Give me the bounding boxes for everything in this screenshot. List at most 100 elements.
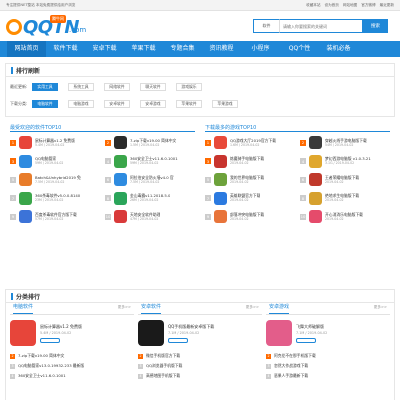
filter-chip[interactable]: 安卓游戏: [140, 99, 166, 108]
app-icon[interactable]: [114, 136, 127, 149]
download-button[interactable]: [168, 338, 188, 343]
nav-apple[interactable]: 苹果下载: [124, 41, 163, 57]
rank-item[interactable]: 1 鼠标计算器v1.2 免费版 5.4M / 2019-04-02: [10, 136, 100, 149]
rank-item-name[interactable]: 阿拉伯安全防火墙v4.0 官: [130, 175, 174, 180]
rank-item-name[interactable]: Batch&Unhybrid2019 免: [35, 175, 81, 180]
top-link-updates[interactable]: 最近更新: [380, 3, 394, 8]
rank-item-name[interactable]: 7-zip下载v19.00 简体中文: [130, 138, 176, 143]
rank-item-name[interactable]: 鼠标计算器v1.2 免费版: [35, 138, 75, 143]
app-icon[interactable]: [214, 191, 227, 205]
category-column-title[interactable]: 电脑软件: [13, 301, 34, 314]
app-icon[interactable]: [114, 154, 127, 168]
filter-chip[interactable]: 苹果软件: [176, 99, 202, 108]
nav-home[interactable]: 网站首页: [7, 41, 46, 57]
app-icon[interactable]: [214, 173, 227, 186]
app-icon[interactable]: [309, 191, 322, 205]
app-icon[interactable]: [309, 210, 322, 223]
rank-item-name[interactable]: 我的世界电脑版下载: [230, 175, 264, 180]
list-item[interactable]: 2 微信手机版官方下载: [138, 351, 262, 361]
nav-news[interactable]: 资讯教程: [202, 41, 241, 57]
list-item[interactable]: 2 阿克伦不在那手机版下载: [266, 351, 390, 361]
list-item-name[interactable]: 7-zip下载v19.00 简体中文: [18, 353, 64, 359]
download-button[interactable]: [296, 338, 316, 343]
rank-item[interactable]: 4 360安全卫士v11.6.0.1001 59M / 2019-04-02: [105, 154, 195, 168]
list-item[interactable]: 3 忽然大作战游戏下载: [266, 361, 390, 371]
rank-item[interactable]: 7 360杀毒软件v5.0.0.8140 23M / 2019-04-02: [10, 191, 100, 205]
list-item-name[interactable]: 忽然大作战游戏下载: [274, 363, 308, 369]
list-item-name[interactable]: QQ浏览器手机版下载: [146, 363, 182, 369]
nav-essentials[interactable]: 装机必备: [319, 41, 358, 57]
rank-item[interactable]: 6 阿拉伯安全防火墙v4.0 官 7.5M / 2019-04-02: [105, 173, 195, 186]
filter-chip[interactable]: 网络软件: [104, 82, 130, 91]
app-icon[interactable]: [309, 136, 322, 149]
filter-chip[interactable]: 安卓软件: [104, 99, 130, 108]
featured-app-icon[interactable]: [10, 320, 36, 346]
rank-item[interactable]: 8 绝地求生电脑版下载 2019-04-02: [300, 191, 390, 205]
rank-item[interactable]: 6 王者荣耀电脑版下载 2019-04-02: [300, 173, 390, 186]
list-item-name[interactable]: 高德地图手机版下载: [146, 373, 180, 379]
list-item[interactable]: 4 360安全卫士v11.6.0.1001: [10, 371, 134, 381]
app-icon[interactable]: [214, 154, 227, 168]
featured-app-name[interactable]: QQ手机版最新安卓版下载: [168, 323, 214, 330]
list-item-name[interactable]: 恶果人手游最新下载: [274, 373, 308, 379]
filter-chip[interactable]: 电脑软件: [32, 99, 58, 108]
filter-chip[interactable]: 系统工具: [68, 82, 94, 91]
list-item[interactable]: 4 恶果人手游最新下载: [266, 371, 390, 381]
top-link-sitemap[interactable]: 网站地图: [343, 3, 357, 8]
featured-app-icon[interactable]: [138, 320, 164, 346]
rank-item[interactable]: 5 我的世界电脑版下载 2019-04-02: [205, 173, 295, 186]
nav-qq[interactable]: QQ个性: [280, 41, 319, 57]
app-icon[interactable]: [19, 173, 32, 186]
rank-item[interactable]: 10 开心消消乐电脑版下载 2019-04-02: [300, 210, 390, 223]
app-icon[interactable]: [19, 210, 32, 223]
search-button[interactable]: 搜索: [363, 19, 388, 33]
rank-item-name[interactable]: 天地安全软件助理: [130, 212, 160, 217]
rank-item-name[interactable]: 穿越火线手游电脑版下载: [325, 138, 367, 143]
rank-item-name[interactable]: 王者荣耀电脑版下载: [325, 175, 359, 180]
rank-item[interactable]: 3 炼魔骑手电脑版下载 2019-04-02: [205, 154, 295, 168]
top-link-weibo[interactable]: 官方微博: [361, 3, 375, 8]
filter-chip[interactable]: 游戏娱乐: [176, 82, 202, 91]
filter-chip[interactable]: 实用工具: [32, 82, 58, 91]
filter-chip[interactable]: 苹果游戏: [212, 99, 238, 108]
rank-item[interactable]: 5 Batch&Unhybrid2019 免 7.5M / 2019-04-02: [10, 173, 100, 186]
list-item-name[interactable]: 360安全卫士v11.6.0.1001: [18, 373, 66, 379]
app-icon[interactable]: [19, 136, 32, 149]
filter-chip[interactable]: 电脑游戏: [68, 99, 94, 108]
rank-item[interactable]: 2 7-zip下载v19.00 简体中文 1.5M / 2019-04-02: [105, 136, 195, 149]
category-column-title[interactable]: 安卓软件: [141, 301, 162, 314]
rank-item[interactable]: 9 百度杀毒软件官方版下载 57M / 2019-04-02: [10, 210, 100, 223]
featured-app[interactable]: QQ手机版最新安卓版下载 7.1M / 2019-04-02: [138, 319, 262, 347]
download-button[interactable]: [40, 338, 60, 343]
featured-app[interactable]: 飞舞大师破解版 7.1M / 2019-04-02: [266, 319, 390, 347]
nav-miniapp[interactable]: 小程序: [241, 41, 280, 57]
top-link-homepage[interactable]: 设为首页: [325, 3, 339, 8]
more-link[interactable]: 更多>>: [118, 305, 131, 310]
app-icon[interactable]: [19, 191, 32, 205]
app-icon[interactable]: [19, 154, 32, 168]
rank-item[interactable]: 8 金山毒霸v11.2018.5.0 26M / 2019-04-02: [105, 191, 195, 205]
list-item[interactable]: 2 7-zip下载v19.00 简体中文: [10, 351, 134, 361]
rank-item[interactable]: 1 QQ游戏大厅2019官方下载 1.6M / 2019-04-02: [205, 136, 295, 149]
rank-item[interactable]: 7 英雄联盟官方下载 2019-04-02: [205, 191, 295, 205]
filter-chip[interactable]: 聊天软件: [140, 82, 166, 91]
rank-item-name[interactable]: QQ游戏大厅2019官方下载: [230, 138, 276, 143]
rank-item[interactable]: 10 天地安全软件助理 47M / 2019-04-02: [105, 210, 195, 223]
rank-item[interactable]: 2 穿越火线手游电脑版下载 54M / 2019-04-02: [300, 136, 390, 149]
app-icon[interactable]: [114, 210, 127, 223]
featured-app-name[interactable]: 鼠标计算器v1.2 免费版: [40, 323, 82, 330]
rank-item-name[interactable]: 开心消消乐电脑版下载: [325, 212, 363, 217]
nav-topics[interactable]: 专题合集: [163, 41, 202, 57]
list-item[interactable]: 3 QQ电脑管家v13.0.19932.233 最新版: [10, 361, 134, 371]
rank-item-name[interactable]: 部落冲突电脑版下载: [230, 212, 264, 217]
list-item[interactable]: 4 高德地图手机版下载: [138, 371, 262, 381]
search-type-select[interactable]: 软件: [253, 19, 279, 33]
app-icon[interactable]: [214, 136, 227, 149]
app-icon[interactable]: [114, 173, 127, 186]
rank-item[interactable]: 3 QQ电脑管家 59M / 2019-04-02: [10, 154, 100, 168]
top-link-favorite[interactable]: 收藏本站: [306, 3, 320, 8]
rank-item[interactable]: 9 部落冲突电脑版下载 2019-04-02: [205, 210, 295, 223]
more-link[interactable]: 更多>>: [246, 305, 259, 310]
site-logo[interactable]: QQTN .com 腾牛网: [6, 13, 114, 41]
nav-software[interactable]: 软件下载: [46, 41, 85, 57]
